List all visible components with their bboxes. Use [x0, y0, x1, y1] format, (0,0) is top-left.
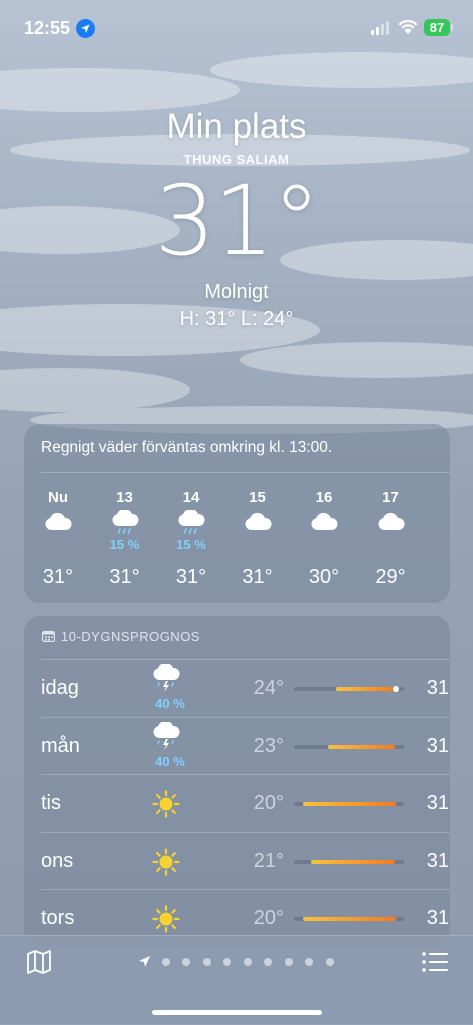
temperature-range-bar: [294, 686, 404, 692]
high-low-temperature: H: 31° L: 24°: [179, 308, 294, 330]
hour-temperature: 31°: [175, 566, 207, 588]
hour-item: 14 15 % 31°: [158, 480, 224, 589]
region-name: THUNG SALIAM: [183, 152, 290, 167]
sun-icon: [151, 789, 187, 835]
status-bar: 12:55 87: [0, 0, 473, 56]
hourly-forecast-list[interactable]: Nu 31° 13 15 % 31° 14 15 % 31° 15 31° 16 30° 17 29° S: [24, 480, 450, 590]
day-name: tis: [41, 792, 61, 814]
wifi-icon: [398, 19, 418, 34]
low-temperature: 23°: [253, 734, 284, 757]
battery-indicator: 87: [424, 19, 450, 36]
ten-day-forecast-title: 10-DYGNSPROGNOS: [41, 629, 200, 644]
hour-temperature: 31°: [109, 566, 140, 588]
low-temperature: 20°: [253, 907, 284, 929]
cloud-icon: [358, 510, 424, 554]
page-dot[interactable]: [264, 958, 272, 966]
hour-item: Nu 31°: [25, 480, 91, 589]
ten-day-forecast-card[interactable]: 10-DYGNSPROGNOS idag 40 % 24° 31° mån 40 % 23°…: [24, 616, 450, 946]
map-icon[interactable]: [26, 949, 52, 975]
hour-temperature: 30°: [308, 566, 340, 588]
hour-label: Nu: [48, 489, 68, 506]
hour-item: 16 30°: [291, 480, 357, 589]
current-temperature: 31°: [154, 165, 320, 277]
hour-label: 17: [382, 489, 399, 506]
hourly-forecast-card[interactable]: Regnigt väder förväntas omkring kl. 13:0…: [24, 424, 450, 603]
high-temperature: 31°: [426, 677, 450, 699]
cloud-icon: [25, 510, 91, 554]
hour-label: 16: [315, 489, 333, 506]
hour-temperature: 31°: [242, 566, 273, 588]
hour-label: 15: [249, 489, 266, 506]
hour-item: 17 29°: [358, 480, 424, 589]
current-condition: Molnigt: [204, 281, 269, 303]
home-indicator[interactable]: [152, 1010, 322, 1015]
cloud-rain-icon: 15 %: [158, 508, 224, 554]
cloud-icon: [225, 510, 291, 554]
ten-day-title-label: 10-DYGNSPROGNOS: [61, 629, 200, 644]
hour-item: 13 15 % 31°: [92, 480, 158, 589]
current-temp-dot: [392, 686, 399, 692]
hour-item: S: [424, 480, 450, 568]
page-dot[interactable]: [162, 958, 170, 966]
hour-item: 15 31°: [225, 480, 291, 589]
temperature-range-bar: [294, 859, 404, 864]
low-temperature: 24°: [253, 677, 284, 699]
hour-temperature: 29°: [375, 566, 406, 588]
hour-temperature: 31°: [42, 566, 74, 588]
location-arrow-icon: [76, 19, 95, 38]
cloud-icon: [291, 510, 357, 554]
list-icon[interactable]: [421, 949, 449, 975]
city-name: Min plats: [166, 107, 307, 146]
precipitation-chance: 15 %: [176, 537, 206, 552]
day-name: tors: [41, 907, 75, 929]
temperature-range-bar: [294, 802, 404, 806]
location-header: Min plats THUNG SALIAM 31° Molnigt H: 31…: [0, 106, 473, 331]
high-temperature: 31°: [426, 907, 450, 929]
temperature-range-bar: [294, 744, 404, 749]
high-temperature: 31°: [426, 849, 450, 872]
daily-forecast-row[interactable]: mån 40 % 23° 31°: [41, 716, 450, 775]
precipitation-chance: 40 %: [155, 696, 185, 711]
day-name: ons: [41, 849, 74, 872]
battery-tip: [451, 24, 453, 31]
cloud-rain-icon: 15 %: [92, 508, 158, 554]
daily-forecast-row[interactable]: tis 20° 31°: [41, 774, 450, 832]
weather-icon: [424, 489, 450, 533]
page-dot[interactable]: [285, 958, 293, 966]
cellular-signal-icon: [371, 21, 389, 35]
low-temperature: 21°: [253, 849, 284, 872]
daily-forecast-row[interactable]: idag 40 % 24° 31°: [41, 659, 450, 717]
divider: [41, 472, 450, 473]
daily-forecast-row[interactable]: ons 21° 31°: [41, 831, 450, 893]
page-dot[interactable]: [223, 958, 231, 966]
page-dot[interactable]: [326, 958, 334, 966]
day-name: idag: [41, 677, 79, 699]
high-temperature: 31°: [426, 792, 450, 814]
forecast-summary: Regnigt väder förväntas omkring kl. 13:0…: [41, 439, 333, 456]
precipitation-chance: 40 %: [155, 753, 185, 769]
status-time: 12:55: [24, 18, 71, 38]
hour-label: 13: [116, 489, 133, 506]
precipitation-chance: 15 %: [109, 537, 140, 552]
page-dot[interactable]: [182, 958, 190, 966]
hour-label: 14: [182, 489, 200, 506]
current-location-icon: [139, 956, 150, 967]
low-temperature: 20°: [253, 792, 284, 814]
page-dot[interactable]: [203, 958, 211, 966]
temperature-range-bar: [294, 917, 404, 921]
calendar-icon: [41, 630, 56, 643]
day-name: mån: [41, 734, 80, 757]
high-temperature: 31°: [426, 734, 450, 757]
page-dot[interactable]: [244, 958, 252, 966]
page-dot[interactable]: [305, 958, 313, 966]
sun-icon: [151, 847, 187, 893]
hour-temperature: S: [424, 545, 450, 568]
